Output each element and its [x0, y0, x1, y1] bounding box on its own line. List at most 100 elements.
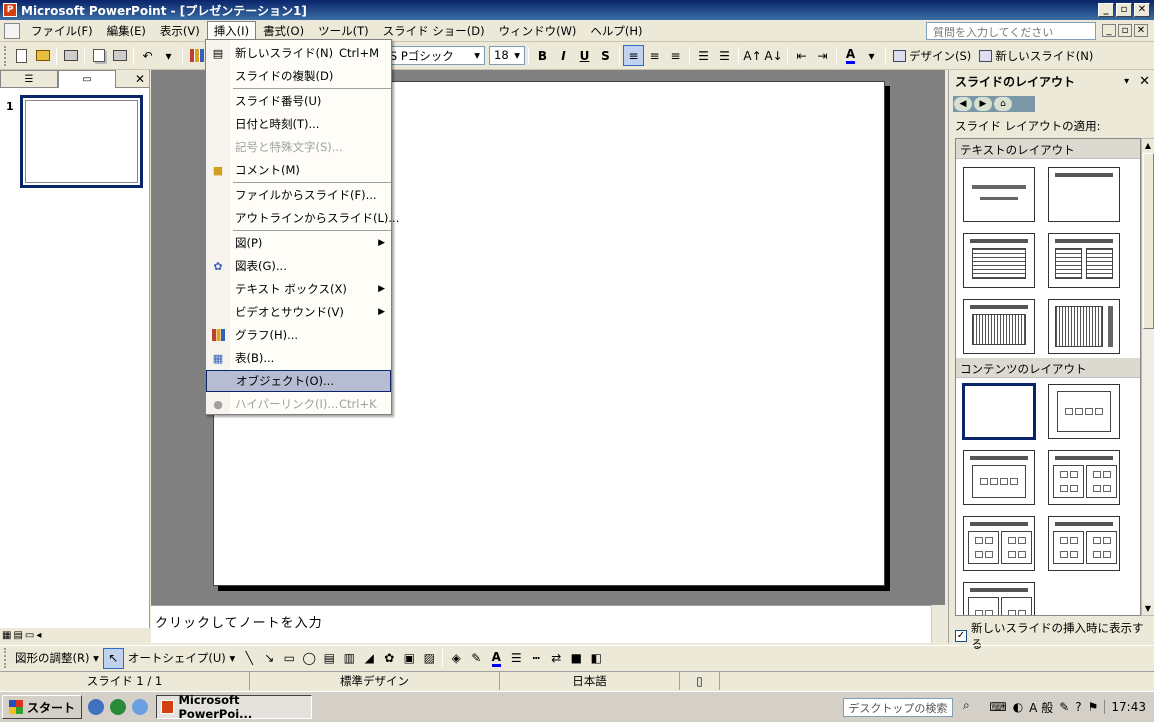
- layout-title-only[interactable]: [1048, 167, 1120, 222]
- search-icon[interactable]: ⌕: [955, 698, 977, 717]
- diagram-tool[interactable]: ✿: [382, 651, 396, 665]
- insert-date-time[interactable]: 日付と時刻(T)...: [206, 113, 391, 135]
- font-size-select[interactable]: 18 ▾: [489, 46, 525, 65]
- menu-file[interactable]: ファイル(F): [24, 21, 100, 41]
- scroll-left-icon[interactable]: ◂: [36, 630, 41, 641]
- picture-tool[interactable]: ▨: [422, 651, 436, 665]
- insert-slides-from-outline[interactable]: アウトラインからスライド(L)...: [206, 207, 399, 229]
- design-button[interactable]: デザイン(S): [889, 48, 975, 64]
- wordart-tool[interactable]: ◢: [362, 651, 376, 665]
- scroll-up-icon[interactable]: ▲: [1142, 139, 1154, 152]
- select-objects-button[interactable]: ↖: [102, 647, 124, 669]
- toolbar-grip[interactable]: [4, 648, 8, 668]
- new-slide-button[interactable]: 新しいスライド(N): [975, 48, 1097, 64]
- font-color-button[interactable]: A: [840, 45, 861, 66]
- menu-view[interactable]: 表示(V): [153, 21, 207, 41]
- text-color-button[interactable]: A: [489, 650, 503, 667]
- insert-object[interactable]: オブジェクト(O)...: [206, 370, 391, 392]
- insert-picture[interactable]: 図(P) ▶: [206, 232, 391, 254]
- menu-tools[interactable]: ツール(T): [311, 21, 376, 41]
- clipart-tool[interactable]: ▣: [402, 651, 416, 665]
- align-left-button[interactable]: ≡: [623, 45, 644, 66]
- task-pane-dropdown-icon[interactable]: ▾: [1124, 76, 1129, 87]
- layout-title-content-partial[interactable]: [963, 582, 1035, 615]
- doc-restore-button[interactable]: ▫: [1118, 24, 1132, 37]
- layout-title-four-content[interactable]: [1048, 516, 1120, 571]
- insert-chart-button[interactable]: [186, 45, 207, 66]
- increase-font-button[interactable]: A↑: [742, 45, 763, 66]
- insert-diagram[interactable]: ✿ 図表(G)...: [206, 255, 391, 277]
- task-pane-close-icon[interactable]: ✕: [1139, 74, 1150, 89]
- insert-new-slide[interactable]: ▤ 新しいスライド(N) Ctrl+M: [206, 42, 391, 64]
- close-button[interactable]: ✕: [1134, 3, 1150, 17]
- quicklaunch-ie-icon[interactable]: [88, 699, 105, 715]
- shadow-style-button[interactable]: ■: [569, 651, 583, 665]
- quicklaunch-desktop-icon[interactable]: [132, 699, 149, 715]
- doc-minimize-button[interactable]: _: [1102, 24, 1116, 37]
- shadow-button[interactable]: S: [595, 45, 616, 66]
- layout-gallery-scrollbar[interactable]: ▲ ▼: [1141, 138, 1154, 616]
- arrow-tool[interactable]: ↘: [262, 651, 276, 665]
- open-button[interactable]: [32, 45, 53, 66]
- maximize-button[interactable]: ▫: [1116, 3, 1132, 17]
- undo-dropdown[interactable]: ▾: [158, 45, 179, 66]
- insert-slide-number[interactable]: スライド番号(U): [206, 90, 391, 112]
- minimize-button[interactable]: _: [1098, 3, 1114, 17]
- fill-color-button[interactable]: ◈: [449, 651, 463, 665]
- dash-style-button[interactable]: ┅: [529, 651, 543, 665]
- arrow-style-button[interactable]: ⇄: [549, 651, 563, 665]
- layout-title-two-content[interactable]: [1048, 450, 1120, 505]
- layout-title-content[interactable]: [963, 450, 1035, 505]
- increase-indent-button[interactable]: ⇥: [812, 45, 833, 66]
- italic-button[interactable]: I: [553, 45, 574, 66]
- menu-insert[interactable]: 挿入(I): [206, 20, 257, 41]
- powerpoint-app-icon[interactable]: P: [3, 3, 17, 17]
- help-icon[interactable]: ?: [1075, 700, 1081, 714]
- help-question-input[interactable]: 質問を入力してください: [926, 21, 1096, 40]
- menu-window[interactable]: ウィンドウ(W): [492, 21, 584, 41]
- numbering-button[interactable]: ☰: [693, 45, 714, 66]
- slides-tab[interactable]: ▭: [58, 70, 116, 88]
- sorter-view-icon[interactable]: ▤: [13, 630, 22, 641]
- layout-blank[interactable]: [962, 383, 1036, 440]
- scroll-thumb[interactable]: [1143, 153, 1154, 329]
- align-center-button[interactable]: ≡: [644, 45, 665, 66]
- checkbox-checked-icon[interactable]: ✓: [955, 630, 967, 642]
- slide-thumbnail[interactable]: [20, 95, 143, 188]
- autoshapes-button[interactable]: オートシェイプ(U) ▾: [124, 650, 239, 666]
- keyboard-icon[interactable]: ⌨: [989, 700, 1006, 714]
- new-button[interactable]: [11, 45, 32, 66]
- insert-chart[interactable]: グラフ(H)...: [206, 324, 391, 346]
- forward-icon[interactable]: ▶: [974, 97, 992, 111]
- 3d-style-button[interactable]: ◧: [589, 651, 603, 665]
- network-icon[interactable]: ⚑: [1088, 700, 1099, 714]
- toolbar-grip[interactable]: [4, 45, 8, 66]
- line-style-button[interactable]: ☰: [509, 651, 523, 665]
- bullets-button[interactable]: ☰: [714, 45, 735, 66]
- start-button[interactable]: スタート: [2, 695, 83, 719]
- decrease-indent-button[interactable]: ⇤: [791, 45, 812, 66]
- notes-scrollbar[interactable]: [931, 605, 945, 643]
- layout-title-content-2x2[interactable]: [963, 516, 1035, 571]
- insert-comment[interactable]: ■ コメント(M): [206, 159, 391, 181]
- decrease-font-button[interactable]: A↓: [763, 45, 784, 66]
- document-icon[interactable]: [4, 22, 20, 39]
- draw-menu-button[interactable]: 図形の調整(R) ▾: [11, 650, 103, 666]
- line-color-button[interactable]: ✎: [469, 651, 483, 665]
- ime-pad-icon[interactable]: ✎: [1059, 700, 1069, 714]
- undo-button[interactable]: ↶: [137, 45, 158, 66]
- ime-icon[interactable]: ◐: [1013, 700, 1023, 714]
- layout-title-and-text[interactable]: [963, 233, 1035, 288]
- vertical-textbox-tool[interactable]: ▥: [342, 651, 356, 665]
- layout-vertical-text[interactable]: [963, 299, 1035, 354]
- insert-duplicate-slide[interactable]: スライドの複製(D): [206, 65, 391, 87]
- layout-two-column-text[interactable]: [1048, 233, 1120, 288]
- font-color-dropdown[interactable]: ▾: [861, 45, 882, 66]
- slideshow-view-icon[interactable]: ▭: [25, 630, 34, 641]
- print-button[interactable]: [60, 45, 81, 66]
- menu-format[interactable]: 書式(O): [256, 21, 311, 41]
- paste-button[interactable]: [109, 45, 130, 66]
- insert-table[interactable]: ▦ 表(B)...: [206, 347, 391, 369]
- close-pane-icon[interactable]: ✕: [131, 70, 149, 87]
- outline-tab[interactable]: ☰: [0, 70, 58, 88]
